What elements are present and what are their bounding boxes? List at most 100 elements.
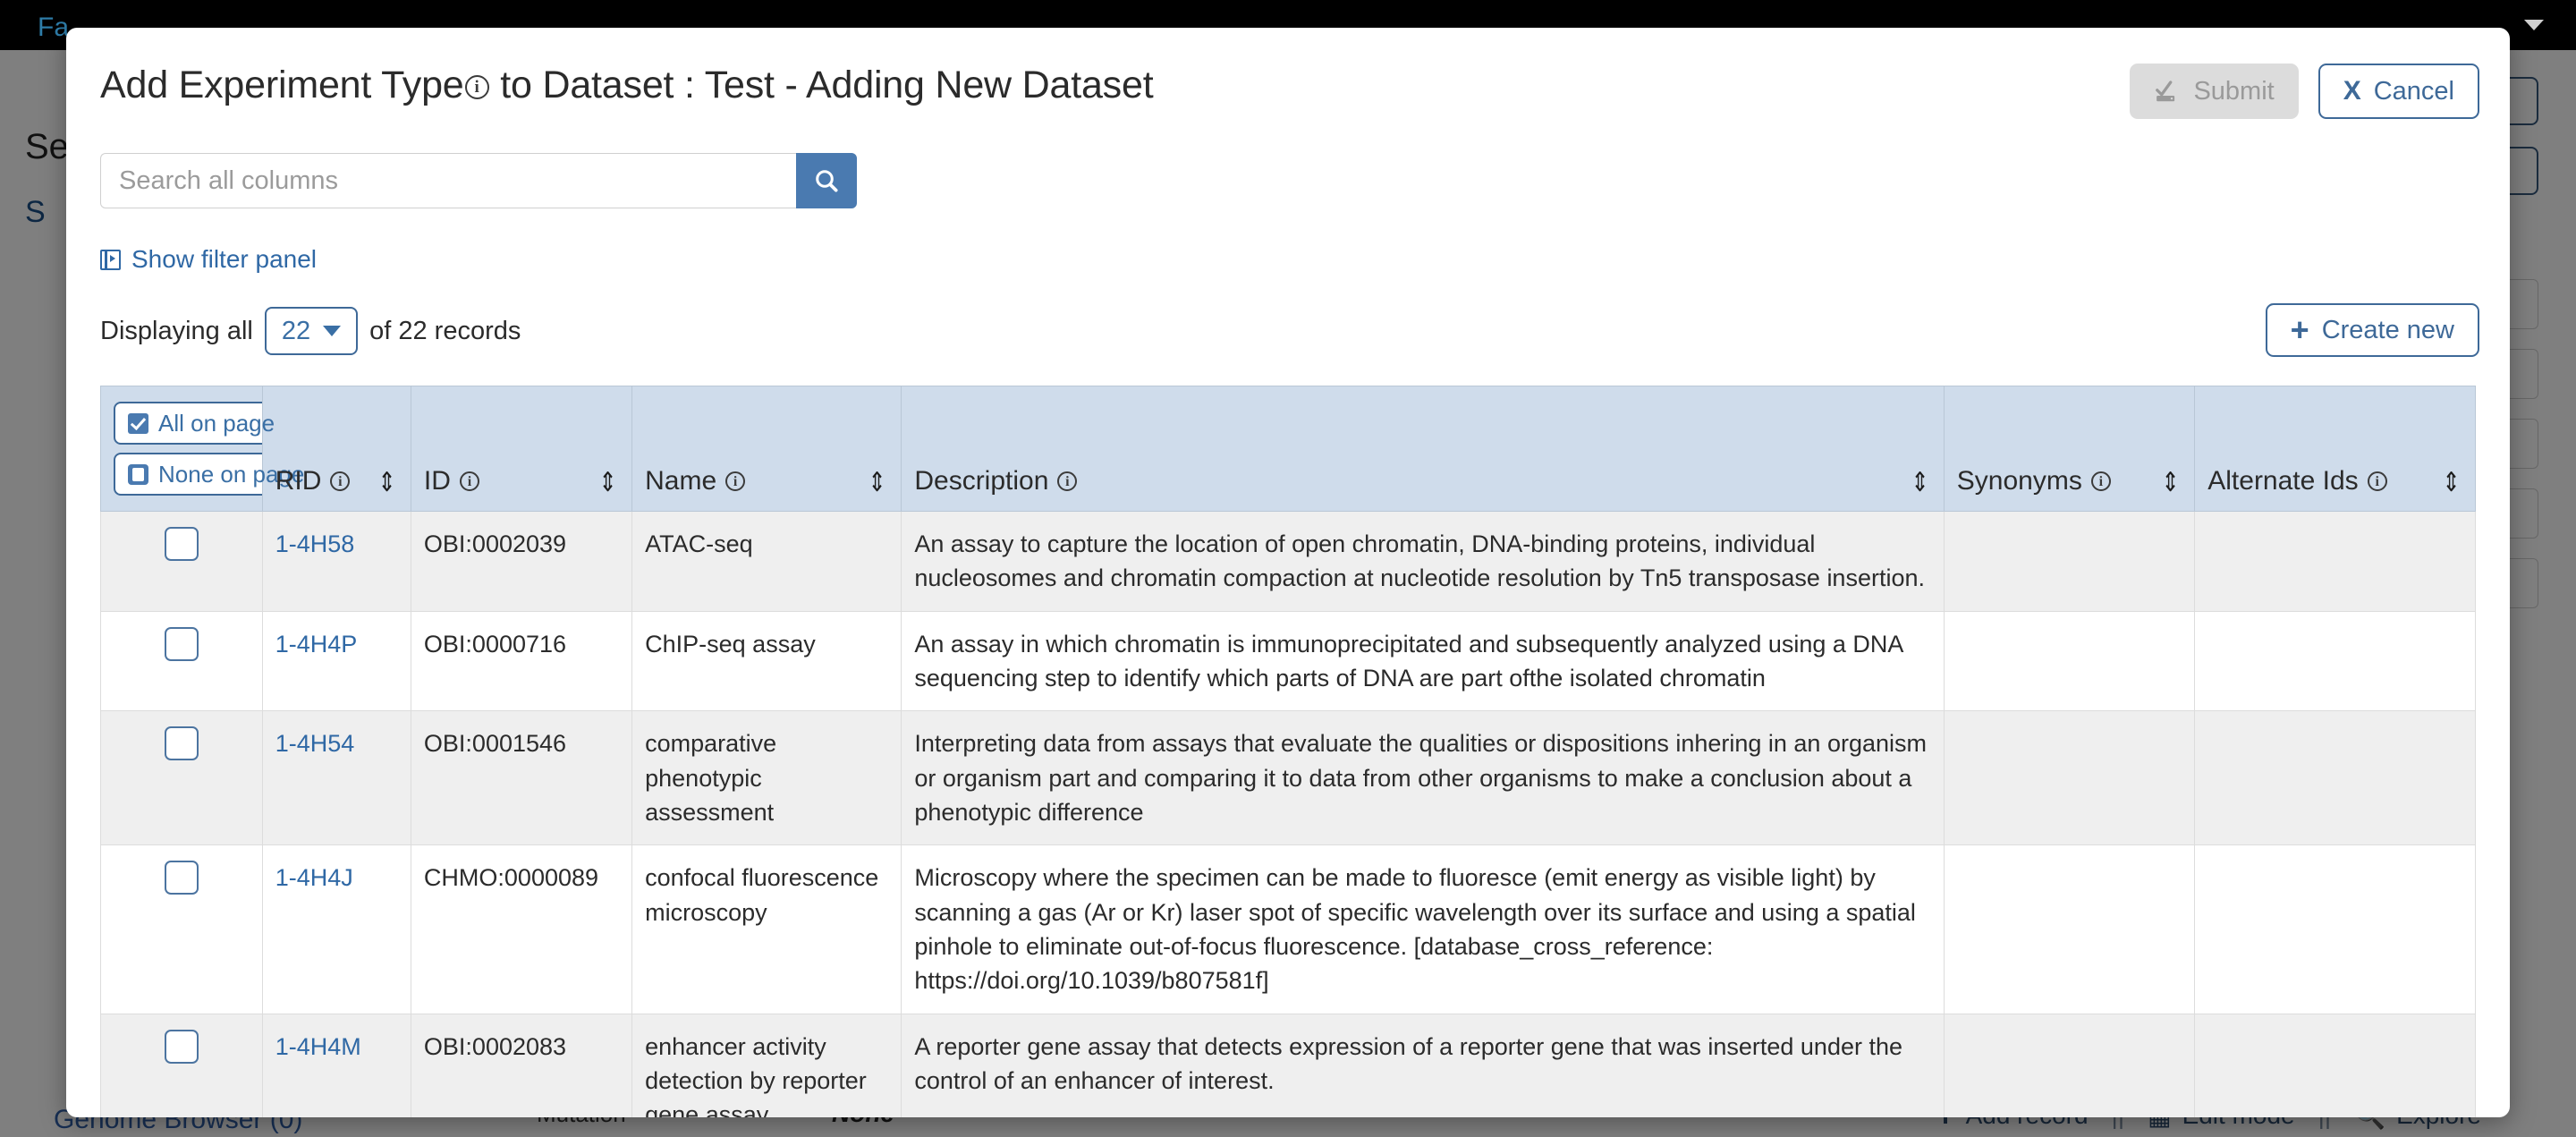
row-select-cell [100,844,263,1014]
navbar-brand[interactable]: Fa [38,13,69,43]
rid-link[interactable]: 1-4H4J [275,864,353,891]
table-row[interactable]: 1-4H4P OBI:0000716 ChIP-seq assay An ass… [100,610,2476,712]
column-header-description[interactable]: Description i ⇕ [901,386,1945,512]
column-header-alternate-ids[interactable]: Alternate Ids i ⇕ [2194,386,2476,512]
column-header-rid[interactable]: RID i ⇕ [261,386,411,512]
panel-expand-icon [100,249,121,270]
cell-description: An assay in which chromatin is immunopre… [901,610,1945,712]
cell-synonyms [1943,610,2196,712]
name-info-icon[interactable]: i [725,471,746,491]
column-header-select: All on page None on page [100,386,304,512]
cell-rid: 1-4H4J [261,844,411,1014]
displaying-suffix: of 22 records [369,316,521,345]
rid-link[interactable]: 1-4H4P [275,631,358,658]
cell-description: An assay to capture the location of open… [901,511,1945,612]
cancel-button[interactable]: X Cancel [2318,64,2479,119]
cell-name: enhancer activity detection by reporter … [631,1013,902,1117]
modal-title-prefix: Add Experiment Type [100,64,464,106]
column-header-name-label: Name [645,466,717,496]
cell-alternate-ids [2194,844,2476,1014]
cell-description: Microscopy where the specimen can be mad… [901,844,1945,1014]
cell-synonyms [1943,844,2196,1014]
cell-rid: 1-4H54 [261,710,411,846]
modal-header: Add Experiment Type i to Dataset : Test -… [66,28,2510,133]
description-info-icon[interactable]: i [1057,471,1078,491]
column-header-synonyms[interactable]: Synonyms i ⇕ [1943,386,2196,512]
sort-icon[interactable]: ⇕ [869,470,886,496]
cell-description: Interpreting data from assays that evalu… [901,710,1945,846]
sort-icon[interactable]: ⇕ [2162,470,2180,496]
search-row [100,153,857,208]
table-row[interactable]: 1-4H58 OBI:0002039 ATAC-seq An assay to … [100,511,2476,612]
search-input[interactable] [100,153,796,208]
cell-id: OBI:0001546 [410,710,633,846]
column-header-synonyms-label: Synonyms [1956,466,2082,496]
row-checkbox[interactable] [164,726,199,761]
sort-icon[interactable]: ⇕ [2442,470,2460,496]
plus-icon: + [2290,310,2309,348]
column-header-description-label: Description [914,466,1049,496]
chevron-down-icon [323,326,342,336]
cell-synonyms [1943,1013,2196,1117]
row-checkbox[interactable] [164,861,199,895]
checkbox-checked-icon [128,412,148,434]
add-experiment-type-modal: Add Experiment Type i to Dataset : Test -… [66,28,2510,1117]
submit-button[interactable]: Submit [2130,64,2299,119]
rid-link[interactable]: 1-4H4M [275,1033,361,1060]
synonyms-info-icon[interactable]: i [2090,471,2111,491]
row-checkbox[interactable] [164,527,199,561]
cell-alternate-ids [2194,610,2476,712]
alternate-ids-info-icon[interactable]: i [2367,471,2387,491]
cell-name: comparative phenotypic assessment [631,710,902,846]
cell-alternate-ids [2194,511,2476,612]
experiment-type-info-icon[interactable]: i [464,75,489,99]
cell-synonyms [1943,710,2196,846]
create-new-label: Create new [2321,315,2454,344]
cell-synonyms [1943,511,2196,612]
column-header-name[interactable]: Name i ⇕ [631,386,902,512]
cell-rid: 1-4H4M [261,1013,411,1117]
cell-rid: 1-4H4P [261,610,411,712]
show-filter-panel-toggle[interactable]: Show filter panel [100,245,317,274]
save-check-icon [2156,81,2175,102]
row-select-cell [100,710,263,846]
row-select-cell [100,511,263,612]
table-row[interactable]: 1-4H54 OBI:0001546 comparative phenotypi… [100,710,2476,846]
records-table: All on page None on page RID i ⇕ ID i ⇕ … [100,386,2476,1117]
cell-name: ChIP-seq assay [631,610,902,712]
rid-link[interactable]: 1-4H54 [275,730,355,757]
sort-icon[interactable]: ⇕ [1911,470,1928,496]
column-header-rid-label: RID [275,466,322,496]
row-select-cell [100,1013,263,1117]
select-all-label: All on page [158,409,275,437]
id-info-icon[interactable]: i [459,471,479,491]
modal-title-suffix: to Dataset : Test - Adding New Dataset [489,64,1154,106]
cell-id: OBI:0002083 [410,1013,633,1117]
cell-id: OBI:0002039 [410,511,633,612]
search-button[interactable] [796,153,857,208]
sort-icon[interactable]: ⇕ [377,470,395,496]
table-body: 1-4H58 OBI:0002039 ATAC-seq An assay to … [100,511,2476,1117]
displaying-records-row: Displaying all 22 of 22 records [100,307,521,355]
cell-name: confocal fluorescence microscopy [631,844,902,1014]
cell-rid: 1-4H58 [261,511,411,612]
table-row[interactable]: 1-4H4J CHMO:0000089 confocal fluorescenc… [100,844,2476,1014]
cancel-label: Cancel [2373,76,2454,106]
displaying-prefix: Displaying all [100,316,253,345]
table-row[interactable]: 1-4H4M OBI:0002083 enhancer activity det… [100,1013,2476,1117]
row-checkbox[interactable] [164,626,199,661]
column-header-alternate-ids-label: Alternate Ids [2207,466,2359,496]
column-header-id[interactable]: ID i ⇕ [410,386,633,512]
cell-id: OBI:0000716 [410,610,633,712]
cell-id: CHMO:0000089 [410,844,633,1014]
rid-link[interactable]: 1-4H58 [275,530,355,557]
rid-info-icon[interactable]: i [330,471,351,491]
create-new-button[interactable]: + Create new [2265,303,2479,357]
cell-name: ATAC-seq [631,511,902,612]
submit-label: Submit [2193,76,2275,106]
search-icon [816,170,838,192]
row-checkbox[interactable] [164,1029,199,1064]
sort-icon[interactable]: ⇕ [598,470,616,496]
navbar-chevron-down-icon[interactable] [2524,20,2544,30]
page-size-select[interactable]: 22 [264,307,359,355]
